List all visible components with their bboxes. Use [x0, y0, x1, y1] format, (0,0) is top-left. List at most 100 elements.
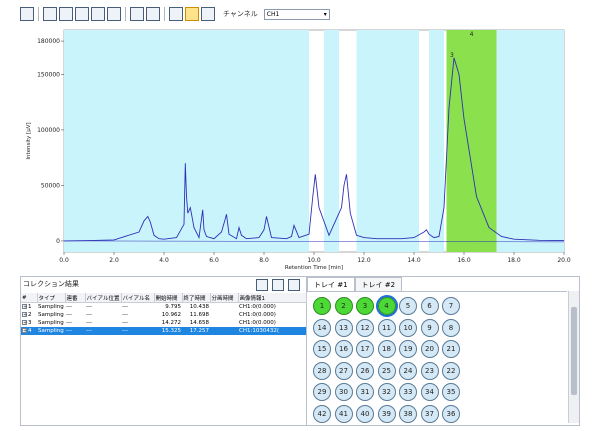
vial-position[interactable]: 29 — [313, 383, 331, 401]
channel-select[interactable]: CH1 ▾ — [263, 8, 330, 20]
results-table: # タイプ 連番 バイアル位置 バイアル名 開始時間 終了時間 分画時間 画像情報1 +1 Sam… — [21, 293, 307, 335]
vial-position[interactable]: 31 — [356, 383, 374, 401]
vial-position[interactable]: 28 — [313, 361, 331, 380]
vial-position[interactable]: 13 — [334, 318, 353, 337]
chromatogram-chart[interactable]: 4 0.0 2.0 4.0 6.0 8.0 10.0 12.0 14.0 16.0 18.0 20.0… — [20, 24, 580, 274]
vial-position[interactable]: 11 — [377, 318, 396, 337]
vial-position[interactable]: 20 — [420, 340, 439, 358]
baseline-icon[interactable] — [130, 7, 144, 21]
expand-icon[interactable]: + — [22, 328, 27, 334]
export-icon[interactable] — [256, 279, 268, 291]
table-row[interactable]: +3 Sampling --- --- --- 14.272 14.658 CH1:0(0.0… — [21, 319, 306, 327]
fraction-region — [496, 30, 564, 252]
vial-position[interactable]: 14 — [313, 318, 331, 337]
x-tick-label: 0.0 — [59, 257, 69, 264]
scrollbar-thumb[interactable] — [571, 307, 577, 395]
vial-position[interactable]: 36 — [442, 404, 460, 423]
expand-icon[interactable]: + — [22, 312, 27, 318]
vial-position[interactable]: 34 — [420, 383, 439, 401]
toolbar: チャンネル CH1 ▾ — [20, 5, 580, 23]
column-header[interactable]: 画像情報1 — [238, 293, 307, 303]
channel-value: CH1 — [266, 10, 280, 18]
table-header: # タイプ 連番 バイアル位置 バイアル名 開始時間 終了時間 分画時間 画像情報1 — [21, 293, 307, 303]
search-icon[interactable] — [288, 279, 300, 291]
collection-label: 4 — [470, 31, 474, 38]
expand-icon[interactable]: + — [22, 304, 27, 310]
vial-position[interactable]: 3 — [356, 297, 374, 315]
link-icon[interactable] — [107, 7, 121, 21]
vial-position[interactable]: 26 — [356, 361, 374, 380]
integrate-icon[interactable] — [146, 7, 160, 21]
vial-position[interactable]: 37 — [420, 404, 439, 423]
channel-label: チャンネル — [223, 10, 258, 18]
vial-position[interactable]: 30 — [334, 383, 353, 401]
tray-tabs: トレイ #1 トレイ #2 — [307, 277, 403, 291]
table-cell: --- — [86, 304, 92, 310]
chevron-down-icon: ▾ — [323, 10, 327, 18]
vial-position[interactable]: 39 — [377, 404, 396, 423]
column-header[interactable]: 分画時間 — [210, 293, 239, 303]
vial-position[interactable]: 15 — [313, 340, 331, 358]
cursor-icon[interactable] — [91, 7, 105, 21]
tray-grid: 1 2 3 4 5 6 7 14 13 12 11 10 9 8 15 16 17 18 19 20 21 28 27 26 2… — [307, 291, 567, 424]
tray-pane: トレイ #1 トレイ #2 1 2 3 4 5 6 7 14 13 12 11 10 9 8 15 16 17 18… — [307, 277, 579, 425]
vial-position[interactable]: 7 — [442, 297, 460, 315]
vial-position[interactable]: 18 — [377, 340, 396, 358]
column-header[interactable]: 終了時間 — [182, 293, 211, 303]
vial-position[interactable]: 17 — [356, 340, 374, 358]
tray-tab[interactable]: トレイ #1 — [307, 277, 355, 291]
vial-position[interactable]: 16 — [334, 340, 353, 358]
vial-position[interactable]: 24 — [399, 361, 417, 380]
vial-position[interactable]: 38 — [399, 404, 417, 423]
collection-results-pane: コレクション結果 # タイプ 連番 バイアル位置 バイアル名 開始時間 終了時間 分画時間 画像… — [21, 277, 307, 425]
vial-position[interactable]: 41 — [334, 404, 353, 423]
vial-position[interactable]: 9 — [420, 318, 439, 337]
expand-icon[interactable]: + — [22, 320, 27, 326]
column-header[interactable]: 連番 — [65, 293, 86, 303]
table-cell: Sampling — [38, 304, 64, 310]
column-header[interactable]: タイプ — [37, 293, 66, 303]
report-icon[interactable] — [75, 7, 89, 21]
column-header[interactable]: 開始時間 — [154, 293, 183, 303]
vial-position[interactable]: 42 — [313, 404, 331, 423]
vial-position[interactable]: 22 — [442, 361, 460, 380]
table-cell: 15.325 — [154, 327, 182, 335]
table-row[interactable]: +1 Sampling --- --- --- 9.795 10.438 CH1:0(0.00… — [21, 303, 306, 312]
vial-position[interactable]: 23 — [420, 361, 439, 380]
vial-position[interactable]: 12 — [356, 318, 374, 337]
column-header[interactable]: バイアル位置 — [85, 293, 122, 303]
vial-position[interactable]: 6 — [420, 297, 439, 315]
tray-scrollbar[interactable] — [568, 291, 579, 423]
vial-position[interactable]: 40 — [356, 404, 374, 423]
vial-position[interactable]: 8 — [442, 318, 460, 337]
peak-table-icon[interactable] — [20, 7, 34, 21]
print-icon[interactable] — [272, 279, 284, 291]
vial-position[interactable]: 21 — [442, 340, 460, 358]
tray-tab[interactable]: トレイ #2 — [354, 277, 403, 291]
vial-position[interactable]: 1 — [313, 297, 331, 315]
vial-position[interactable]: 2 — [334, 297, 353, 315]
fraction-icon[interactable] — [185, 7, 199, 21]
column-header[interactable]: バイアル名 — [121, 293, 155, 303]
y-axis-label: Intensity [μV] — [26, 122, 32, 159]
vial-position[interactable]: 35 — [442, 383, 460, 401]
table-row[interactable]: +2 Sampling --- --- --- 10.962 11.698 CH1:0(0.0… — [21, 311, 306, 319]
row-number: 4 — [28, 328, 32, 334]
table-cell: --- — [86, 320, 92, 326]
vial-position[interactable]: 10 — [399, 318, 417, 337]
chromatogram-icon[interactable] — [201, 7, 215, 21]
vial-position[interactable]: 33 — [399, 383, 417, 401]
vial-position[interactable]: 4 — [375, 295, 398, 317]
table-cell: 10.962 — [161, 312, 181, 318]
vial-position[interactable]: 27 — [334, 361, 353, 380]
vial-position[interactable]: 5 — [399, 297, 417, 315]
table-row[interactable]: +4 Sampling --- --- --- 15.325 17.257 CH1:10304… — [21, 327, 306, 335]
window-icon[interactable] — [59, 7, 73, 21]
x-tick-label: 4.0 — [159, 257, 169, 264]
vial-position[interactable]: 19 — [399, 340, 417, 358]
vial-position[interactable]: 32 — [377, 383, 396, 401]
vial-position[interactable]: 25 — [377, 361, 396, 380]
peak-icon[interactable] — [169, 7, 183, 21]
column-header[interactable]: # — [21, 293, 38, 303]
zoom-icon[interactable] — [43, 7, 57, 21]
